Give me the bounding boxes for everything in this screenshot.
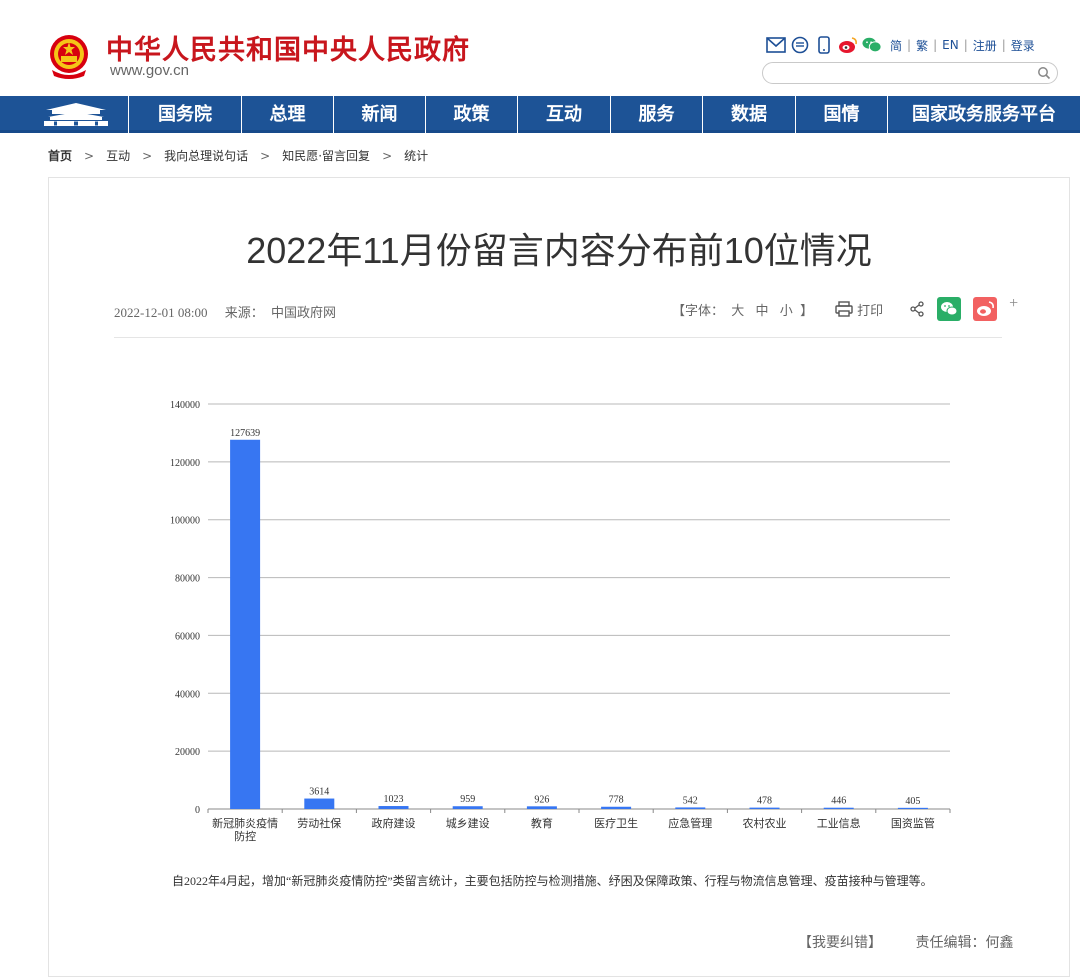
chevron-right-icon: > — [382, 148, 393, 163]
message-icon[interactable] — [790, 35, 810, 55]
search-icon[interactable] — [1037, 65, 1051, 84]
font-size-large[interactable]: 大 — [731, 303, 744, 318]
article-tools: 【字体： 大 中 小 】 打印 + — [672, 295, 1030, 321]
font-size-small[interactable]: 小 — [780, 303, 793, 318]
publish-date: 2022-12-01 08:00 — [114, 305, 208, 320]
print-icon — [835, 301, 853, 317]
source-name: 中国政府网 — [271, 305, 337, 320]
share-icon[interactable] — [909, 301, 925, 317]
share-icons: + — [909, 295, 1030, 321]
wechat-icon[interactable] — [862, 35, 882, 55]
print-label: 打印 — [857, 302, 884, 318]
lang-links: 简 | 繁 | EN | 注册 | 登录 — [890, 37, 1035, 54]
font-size-controls: 【字体： 大 中 小 】 — [672, 300, 813, 319]
responsible-editor: 责任编辑：何鑫 — [915, 936, 1014, 951]
font-size-label: 【字体： — [672, 302, 725, 318]
article-footer: 【我要纠错】 责任编辑：何鑫 — [798, 932, 1014, 952]
nav-item-data[interactable]: 数据 — [702, 96, 795, 133]
site-domain[interactable]: www.gov.cn — [110, 62, 189, 79]
breadcrumb-interaction[interactable]: 互动 — [106, 147, 130, 164]
share-more-icon[interactable]: + — [1009, 295, 1018, 313]
nav-item-interaction[interactable]: 互动 — [517, 96, 610, 133]
lang-link-traditional[interactable]: 繁 — [916, 37, 928, 54]
article-meta: 2022-12-01 08:00 来源： 中国政府网 — [114, 302, 350, 321]
nav-items: 国务院 总理 新闻 政策 互动 服务 数据 国情 国家政务服务平台 — [128, 96, 1080, 133]
login-link[interactable]: 登录 — [1011, 37, 1035, 54]
share-wechat-icon[interactable] — [937, 297, 962, 321]
chart-footnote: 自2022年4月起，增加“新冠肺炎疫情防控”类留言统计，主要包括防控与检测措施、… — [172, 874, 933, 888]
nav-item-policy[interactable]: 政策 — [425, 96, 517, 133]
search-box — [762, 62, 1058, 84]
breadcrumb: 首页 > 互动 > 我向总理说句话 > 知民愿·留言回复 > 统计 — [48, 147, 428, 164]
mobile-icon[interactable] — [814, 35, 834, 55]
main-nav: 国务院 总理 新闻 政策 互动 服务 数据 国情 国家政务服务平台 — [0, 96, 1080, 133]
mail-icon[interactable] — [766, 35, 786, 55]
weibo-icon[interactable] — [838, 35, 858, 55]
nav-item-state-council[interactable]: 国务院 — [128, 96, 241, 133]
breadcrumb-statistics[interactable]: 统计 — [404, 147, 428, 164]
national-emblem-icon[interactable] — [46, 32, 92, 82]
share-weibo-icon[interactable] — [973, 297, 998, 321]
nav-item-service-platform[interactable]: 国家政务服务平台 — [887, 96, 1080, 133]
register-link[interactable]: 注册 — [973, 37, 997, 54]
chevron-right-icon: > — [84, 148, 95, 163]
nav-item-national-info[interactable]: 国情 — [795, 96, 887, 133]
font-size-medium[interactable]: 中 — [756, 303, 769, 318]
lang-link-simplified[interactable]: 简 — [890, 37, 902, 54]
meta-divider — [114, 337, 1002, 338]
nav-item-services[interactable]: 服务 — [610, 96, 702, 133]
article-title: 2022年11月份留言内容分布前10位情况 — [246, 230, 872, 271]
search-input[interactable] — [773, 64, 1037, 84]
breadcrumb-home[interactable]: 首页 — [48, 147, 72, 164]
header-tools: 简 | 繁 | EN | 注册 | 登录 — [766, 34, 1035, 56]
breadcrumb-replies[interactable]: 知民愿·留言回复 — [282, 147, 370, 164]
chevron-right-icon: > — [142, 148, 153, 163]
nav-item-premier[interactable]: 总理 — [241, 96, 333, 133]
site-header: 中华人民共和国中央人民政府 www.gov.cn 简 | 繁 | EN | 注册 | 登… — [0, 0, 1080, 96]
nav-item-news[interactable]: 新闻 — [333, 96, 425, 133]
tiananmen-icon[interactable] — [40, 101, 112, 127]
font-size-end: 】 — [800, 302, 814, 318]
chevron-right-icon: > — [260, 148, 271, 163]
source-label: 来源： — [224, 305, 264, 320]
lang-link-english[interactable]: EN — [942, 38, 959, 52]
report-error-link[interactable]: 【我要纠错】 — [798, 936, 882, 951]
breadcrumb-message-premier[interactable]: 我向总理说句话 — [164, 147, 248, 164]
print-button[interactable]: 打印 — [835, 300, 883, 319]
